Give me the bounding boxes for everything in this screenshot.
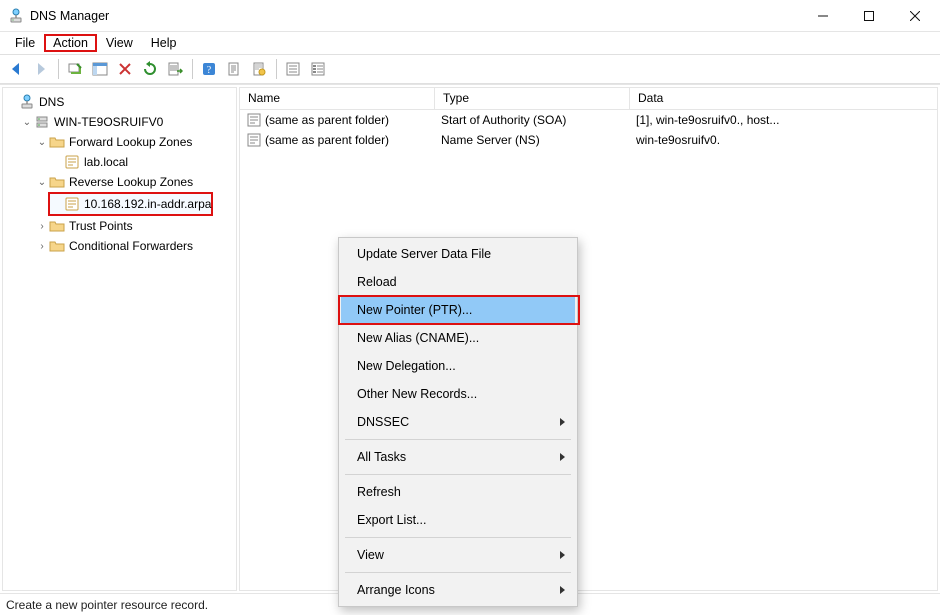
ctx-update-server-data-file[interactable]: Update Server Data File [341,240,575,268]
toolbar-separator [58,59,59,79]
menu-file[interactable]: File [6,34,44,52]
tree-label: WIN-TE9OSRUIFV0 [54,115,163,129]
properties-button[interactable] [222,57,246,81]
col-name[interactable]: Name [240,88,435,109]
col-type[interactable]: Type [435,88,630,109]
tree-label: Trust Points [69,219,133,233]
cell-type: Start of Authority (SOA) [435,113,630,127]
server-icon [34,114,50,130]
tree-zone-reverse-selected[interactable]: 10.168.192.in-addr.arpa [50,194,211,214]
zone-icon [64,196,80,212]
tree-server[interactable]: ⌄ WIN-TE9OSRUIFV0 [20,112,234,132]
menubar: File Action View Help [0,32,940,54]
collapse-icon[interactable]: ⌄ [20,117,34,128]
tree-label: DNS [39,95,64,109]
cell-data: [1], win-te9osruifv0., host... [630,113,937,127]
list-row[interactable]: (same as parent folder) Start of Authori… [240,110,937,130]
tree-zone-lab-local[interactable]: lab.local [50,152,234,172]
menu-view[interactable]: View [97,34,142,52]
forward-button[interactable] [29,57,53,81]
filter-button[interactable] [247,57,271,81]
col-data[interactable]: Data [630,88,937,109]
ctx-new-pointer-ptr[interactable]: New Pointer (PTR)... [341,296,575,324]
statusbar-text: Create a new pointer resource record. [6,598,208,612]
new-window-button[interactable] [63,57,87,81]
svg-text:?: ? [207,65,212,76]
ctx-new-alias-cname[interactable]: New Alias (CNAME)... [341,324,575,352]
tree-label: lab.local [84,155,128,169]
folder-icon [49,218,65,234]
context-menu: Update Server Data File Reload New Point… [338,237,578,607]
ctx-separator [345,572,571,573]
tree-conditional-forwarders[interactable]: › Conditional Forwarders [35,236,234,256]
tree-root-dns[interactable]: DNS [5,92,234,112]
toolbar: ? [0,54,940,84]
toolbar-separator [276,59,277,79]
toolbar-separator [192,59,193,79]
ctx-other-new-records[interactable]: Other New Records... [341,380,575,408]
list-body: (same as parent folder) Start of Authori… [240,110,937,150]
ctx-dnssec[interactable]: DNSSEC [341,408,575,436]
record-icon [246,132,262,148]
cell-name: (same as parent folder) [265,133,389,147]
ctx-arrange-icons[interactable]: Arrange Icons [341,576,575,604]
zone-icon [64,154,80,170]
ctx-refresh[interactable]: Refresh [341,478,575,506]
ctx-reload[interactable]: Reload [341,268,575,296]
ctx-separator [345,439,571,440]
ctx-view[interactable]: View [341,541,575,569]
tree-label: Conditional Forwarders [69,239,193,253]
console-pane-button[interactable] [88,57,112,81]
tree-trust-points[interactable]: › Trust Points [35,216,234,236]
ctx-export-list[interactable]: Export List... [341,506,575,534]
list-view-button[interactable] [306,57,330,81]
tree-forward-lookup-zones[interactable]: ⌄ Forward Lookup Zones [35,132,234,152]
collapse-icon[interactable]: ⌄ [35,177,49,188]
detail-view-button[interactable] [281,57,305,81]
ctx-new-delegation[interactable]: New Delegation... [341,352,575,380]
cell-name: (same as parent folder) [265,113,389,127]
export-list-button[interactable] [163,57,187,81]
tree-pane[interactable]: DNS ⌄ WIN-TE9OSRUIFV0 [2,87,237,591]
dns-app-icon [8,8,24,24]
ctx-separator [345,474,571,475]
maximize-button[interactable] [846,0,892,31]
tree-label: 10.168.192.in-addr.arpa [84,197,211,211]
window-title: DNS Manager [30,9,800,23]
tree-reverse-lookup-zones[interactable]: ⌄ Reverse Lookup Zones [35,172,234,192]
titlebar: DNS Manager [0,0,940,32]
tree-label: Reverse Lookup Zones [69,175,193,189]
record-icon [246,112,262,128]
delete-button[interactable] [113,57,137,81]
folder-icon [49,134,65,150]
dns-root-icon [19,94,35,110]
expand-icon[interactable]: › [35,241,49,252]
help-button[interactable]: ? [197,57,221,81]
collapse-icon[interactable]: ⌄ [35,137,49,148]
minimize-button[interactable] [800,0,846,31]
close-button[interactable] [892,0,938,31]
ctx-separator [345,537,571,538]
tree-label: Forward Lookup Zones [69,135,192,149]
menu-action[interactable]: Action [44,34,97,52]
menu-help[interactable]: Help [142,34,186,52]
folder-icon [49,174,65,190]
cell-type: Name Server (NS) [435,133,630,147]
back-button[interactable] [4,57,28,81]
cell-data: win-te9osruifv0. [630,133,937,147]
refresh-button[interactable] [138,57,162,81]
list-row[interactable]: (same as parent folder) Name Server (NS)… [240,130,937,150]
list-header: Name Type Data [240,88,937,110]
expand-icon[interactable]: › [35,221,49,232]
ctx-all-tasks[interactable]: All Tasks [341,443,575,471]
folder-icon [49,238,65,254]
